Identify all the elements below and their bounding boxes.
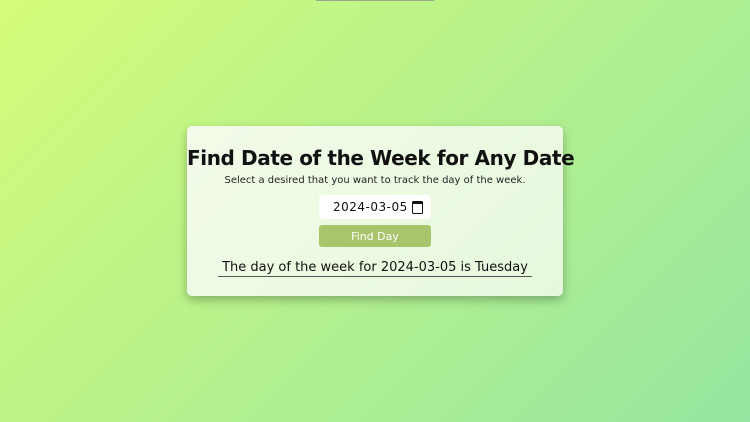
find-day-button[interactable]: Find Day [319,225,431,247]
date-input[interactable]: 2024-03-05 [319,195,431,219]
top-edge-fragment [316,0,434,1]
instructions-text: Select a desired that you want to track … [224,175,526,186]
day-finder-card: Find Date of the Week for Any Date Selec… [187,126,575,296]
calendar-icon[interactable] [412,200,423,214]
result-text: The day of the week for 2024-03-05 is Tu… [218,260,532,277]
date-value: 2024-03-05 [333,200,408,214]
page-title: Find Date of the Week for Any Date [187,146,575,170]
